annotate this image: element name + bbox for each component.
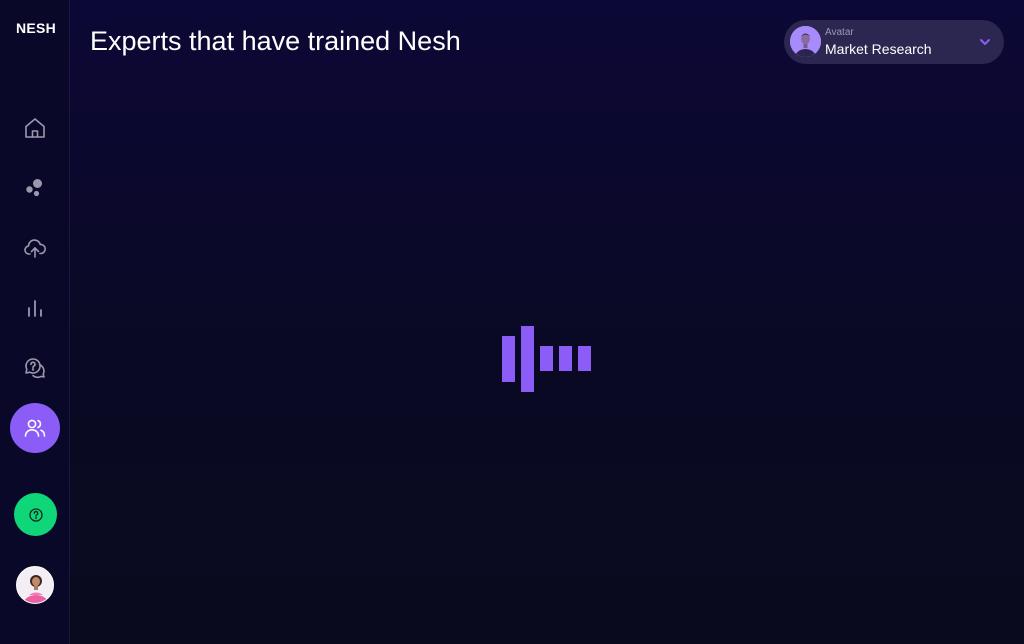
avatar-thumbnail xyxy=(790,26,821,57)
question-chat-icon xyxy=(25,358,45,379)
avatar-selector-value: Market Research xyxy=(825,41,932,57)
avatar-selector-label: Avatar xyxy=(825,27,854,38)
user-avatar[interactable] xyxy=(16,566,54,604)
help-circle-icon xyxy=(28,507,43,522)
cloud-upload-icon xyxy=(24,239,46,258)
sidebar: NESH xyxy=(0,0,70,644)
home-icon xyxy=(25,118,45,138)
chevron-down-icon xyxy=(980,39,990,45)
loading-bars-icon xyxy=(502,326,591,392)
loader-bar-4 xyxy=(559,346,572,371)
loader-bar-3 xyxy=(540,346,553,371)
page-title: Experts that have trained Nesh xyxy=(90,26,461,56)
bubbles-icon xyxy=(26,179,42,197)
sidebar-item-faq[interactable] xyxy=(10,343,60,393)
loader-bar-1 xyxy=(502,336,515,382)
app-logo[interactable]: NESH xyxy=(16,20,56,36)
sidebar-item-upload[interactable] xyxy=(10,223,60,273)
loader-bar-2 xyxy=(521,326,534,392)
bar-chart-icon xyxy=(28,300,42,317)
loader-bar-5 xyxy=(578,346,591,371)
sidebar-item-bubbles[interactable] xyxy=(10,163,60,213)
profile-picture xyxy=(17,567,53,603)
loading-indicator xyxy=(502,326,594,392)
sidebar-item-home[interactable] xyxy=(10,103,60,153)
help-button[interactable] xyxy=(14,493,57,536)
avatar-selector[interactable]: Avatar Market Research xyxy=(784,20,1004,64)
sidebar-item-analytics[interactable] xyxy=(10,283,60,333)
users-icon xyxy=(24,419,46,437)
sidebar-item-experts[interactable] xyxy=(10,403,60,453)
